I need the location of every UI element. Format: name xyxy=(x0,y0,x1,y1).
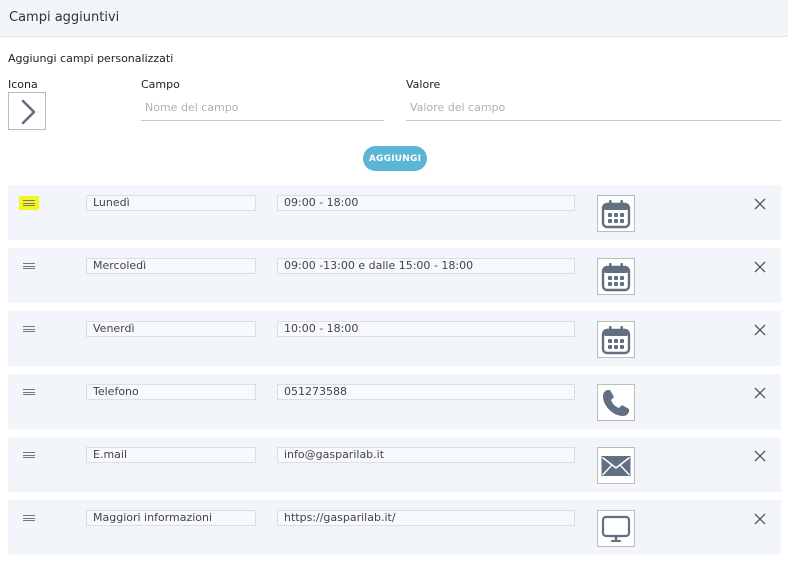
row-field-value[interactable]: https://gasparilab.it/ xyxy=(277,510,575,526)
field-row: Lunedì 09:00 - 18:00 xyxy=(8,185,781,240)
add-button[interactable]: AGGIUNGI xyxy=(363,146,427,171)
row-field-value[interactable]: 051273588 xyxy=(277,384,575,400)
icon-label: Icona xyxy=(8,78,38,91)
delete-row-icon[interactable] xyxy=(753,197,767,211)
drag-handle-icon[interactable] xyxy=(19,196,39,210)
row-icon-button[interactable] xyxy=(597,321,635,358)
calendar-icon xyxy=(601,326,631,355)
row-icon-button[interactable] xyxy=(597,510,635,547)
icon-picker-button[interactable] xyxy=(8,92,46,130)
row-field-name[interactable]: Telefono xyxy=(86,384,256,400)
row-icon-button[interactable] xyxy=(597,447,635,484)
drag-handle-icon[interactable] xyxy=(19,511,39,525)
drag-handle-icon[interactable] xyxy=(19,322,39,336)
row-field-value[interactable]: 09:00 - 18:00 xyxy=(277,195,575,211)
delete-row-icon[interactable] xyxy=(753,512,767,526)
chevron-right-icon xyxy=(21,99,36,125)
row-icon-button[interactable] xyxy=(597,258,635,295)
field-label: Campo xyxy=(141,78,180,91)
delete-row-icon[interactable] xyxy=(753,449,767,463)
row-field-name[interactable]: Mercoledì xyxy=(86,258,256,274)
row-field-name[interactable]: Lunedì xyxy=(86,195,256,211)
field-value-input[interactable] xyxy=(406,94,781,121)
drag-handle-icon[interactable] xyxy=(19,448,39,462)
field-row: Maggiori informazioni https://gasparilab… xyxy=(8,500,781,555)
monitor-icon xyxy=(601,515,631,542)
drag-handle-icon[interactable] xyxy=(19,385,39,399)
row-icon-button[interactable] xyxy=(597,384,635,421)
row-field-name[interactable]: Maggiori informazioni xyxy=(86,510,256,526)
phone-icon xyxy=(603,390,629,416)
row-field-value[interactable]: 09:00 -13:00 e dalle 15:00 - 18:00 xyxy=(277,258,575,274)
field-row: E.mail info@gasparilab.it xyxy=(8,437,781,492)
field-row: Venerdì 10:00 - 18:00 xyxy=(8,311,781,366)
section-subtitle: Aggiungi campi personalizzati xyxy=(8,52,174,65)
row-field-value[interactable]: info@gasparilab.it xyxy=(277,447,575,463)
panel-title: Campi aggiuntivi xyxy=(9,10,120,25)
row-field-name[interactable]: Venerdì xyxy=(86,321,256,337)
value-label: Valore xyxy=(406,78,441,91)
row-field-value[interactable]: 10:00 - 18:00 xyxy=(277,321,575,337)
delete-row-icon[interactable] xyxy=(753,260,767,274)
delete-row-icon[interactable] xyxy=(753,323,767,337)
calendar-icon xyxy=(601,263,631,292)
row-icon-button[interactable] xyxy=(597,195,635,232)
row-field-name[interactable]: E.mail xyxy=(86,447,256,463)
envelope-icon xyxy=(601,456,631,476)
field-row: Mercoledì 09:00 -13:00 e dalle 15:00 - 1… xyxy=(8,248,781,303)
delete-row-icon[interactable] xyxy=(753,386,767,400)
drag-handle-icon[interactable] xyxy=(19,259,39,273)
field-name-input[interactable] xyxy=(141,94,384,121)
calendar-icon xyxy=(601,200,631,229)
panel-header: Campi aggiuntivi xyxy=(0,0,788,37)
field-row: Telefono 051273588 xyxy=(8,374,781,429)
